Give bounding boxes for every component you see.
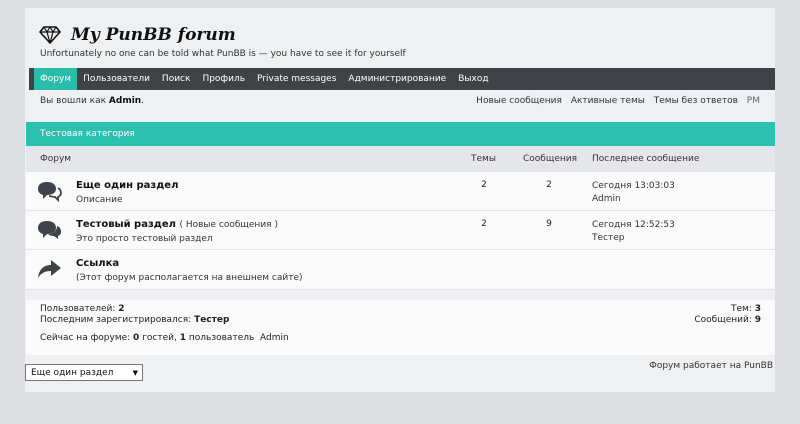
users-label: Пользователей: [40,304,116,314]
page-container: My PunBB forum Unfortunately no one can … [25,8,775,392]
forum-posts-count: 9 [546,219,552,229]
nav-private-messages[interactable]: Private messages [251,68,342,90]
chat-bubbles-icon [38,182,62,202]
link-pm[interactable]: PM [747,96,760,106]
user-stats: Пользователей: 2 Последним зарегистриров… [40,304,229,326]
forum-row: Тестовый раздел ( Новые сообщения ) Это … [26,211,775,250]
forum-last-post: Сегодня 12:52:53 Тестер [592,219,675,245]
logged-in-prefix: Вы вошли как [40,96,107,106]
logged-in-suffix: . [141,96,145,106]
quick-links: Новые сообщения Активные темы Темы без о… [470,96,760,110]
col-forum: Форум [40,154,72,164]
new-posts-label[interactable]: ( Новые сообщения ) [179,220,278,230]
guests-count: 0 [133,333,140,343]
dropdown-triangle-icon: ▼ [132,368,138,377]
forum-jump-select[interactable]: Еще один раздел ▼ [25,364,143,381]
online-user-link[interactable]: Admin [260,333,289,343]
forum-name-text[interactable]: Тестовый раздел [76,219,176,230]
powered-by: Форум работает на PunBB [649,361,773,371]
link-unanswered-topics[interactable]: Темы без ответов [654,96,738,106]
user-bar: Вы вошли как Admin. Новые сообщения Акти… [40,96,760,110]
forum-row: Еще один раздел Описание 2 2 Сегодня 13:… [26,172,775,211]
forum-table-header: Форум Темы Сообщения Последнее сообщение [26,146,775,172]
last-registered-label: Последним зарегистрировался: [40,315,192,325]
nav-administration[interactable]: Администрирование [342,68,452,90]
forum-description: Описание [76,195,123,205]
online-users-count: 1 [179,333,187,343]
nav-forum[interactable]: Форум [34,68,78,90]
posts-count: 9 [754,315,761,325]
post-stats: Тем: 3 Сообщений: 9 [694,304,761,326]
forum-topics-count: 2 [481,180,487,190]
nav-users[interactable]: Пользователи [77,68,156,90]
online-prefix: Сейчас на форуме: [40,333,131,343]
redirect-arrow-icon [38,260,61,278]
forum-row: Ссылка (Этот форум располагается на внеш… [26,250,775,290]
link-active-topics[interactable]: Активные темы [571,96,645,106]
online-users: Сейчас на форуме: 0 гостей, 1 пользовате… [40,333,289,343]
forum-posts-count: 2 [546,180,552,190]
forum-name-link[interactable]: Тестовый раздел ( Новые сообщения ) [76,219,278,230]
forum-last-post: Сегодня 13:03:03 Admin [592,180,675,206]
last-registered-user[interactable]: Тестер [194,315,229,325]
last-post-time[interactable]: Сегодня 13:03:03 [592,180,675,193]
col-last-post: Последнее сообщение [592,154,700,164]
last-post-time[interactable]: Сегодня 12:52:53 [592,219,675,232]
forum-topics-count: 2 [481,219,487,229]
topics-label: Тем: [731,304,752,314]
diamond-logo-icon [39,26,61,44]
forum-jump-value: Еще один раздел [31,367,114,378]
col-posts: Сообщения [523,154,578,164]
topics-count: 3 [754,304,761,314]
category-header: Тестовая категория [26,122,775,146]
board-stats: Пользователей: 2 Последним зарегистриров… [26,300,775,355]
forum-title[interactable]: My PunBB forum [71,25,236,45]
guests-label: гостей, [142,333,177,343]
main-nav: Форум Пользователи Поиск Профиль Private… [29,68,775,90]
forum-tagline: Unfortunately no one can be told what Pu… [40,49,406,59]
logged-in-username: Admin [108,96,142,106]
nav-profile[interactable]: Профиль [196,68,251,90]
forum-description: (Этот форум располагается на внешнем сай… [76,273,303,283]
logged-in-status: Вы вошли как Admin. [40,96,144,110]
forum-name-link[interactable]: Еще один раздел [76,180,178,191]
forum-name-link[interactable]: Ссылка [76,258,119,269]
nav-search[interactable]: Поиск [156,68,197,90]
last-post-user: Тестер [592,233,625,243]
online-users-label: пользователь [188,333,255,343]
posts-label: Сообщений: [694,315,752,325]
forum-description: Это просто тестовый раздел [76,234,213,244]
chat-bubbles-new-icon [38,221,61,239]
users-count: 2 [118,304,125,314]
last-post-user: Admin [592,194,621,204]
brand: My PunBB forum [39,25,236,45]
col-topics: Темы [471,154,496,164]
nav-logout[interactable]: Выход [452,68,494,90]
link-new-posts[interactable]: Новые сообщения [476,96,562,106]
